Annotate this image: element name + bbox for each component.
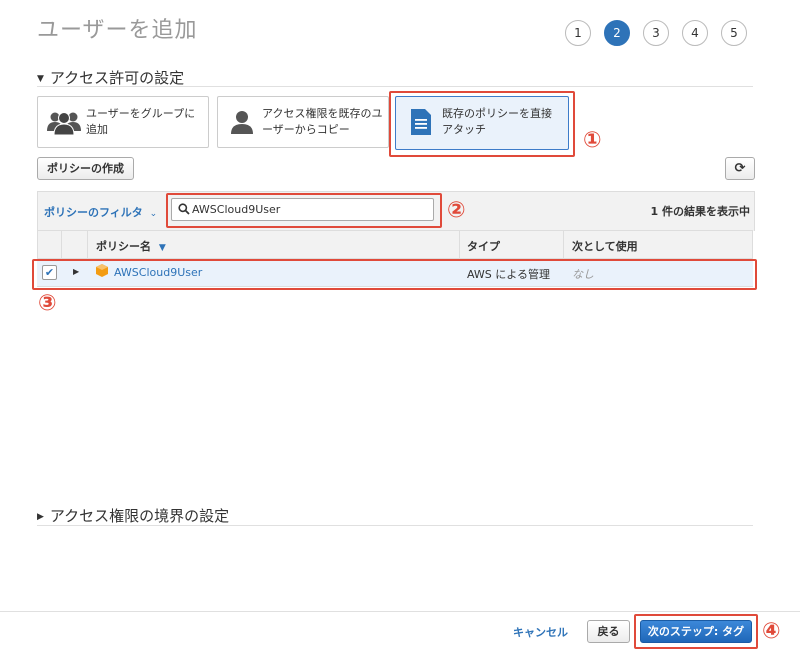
policy-filter-label: ポリシーのフィルタ <box>44 206 143 219</box>
column-divider <box>87 230 88 259</box>
column-header-policy-name[interactable]: ポリシー名 ▼ <box>96 238 166 254</box>
permissions-section-toggle[interactable]: ▼ アクセス許可の設定 <box>37 67 184 88</box>
caret-down-icon: ▼ <box>37 74 44 84</box>
option-add-to-group-label: ユーザーをグループに追加 <box>86 107 196 136</box>
cancel-link[interactable]: キャンセル <box>513 624 568 640</box>
refresh-button[interactable]: ⟳ <box>725 157 755 180</box>
column-divider <box>459 230 460 259</box>
annotation-box-1 <box>389 91 575 157</box>
caret-right-icon: ▶ <box>37 512 44 522</box>
divider <box>37 86 753 87</box>
permissions-heading: アクセス許可の設定 <box>49 69 185 87</box>
refresh-icon: ⟳ <box>734 161 746 176</box>
step-2[interactable]: 2 <box>604 20 630 46</box>
column-divider <box>61 230 62 259</box>
annotation-4: ④ <box>762 619 781 644</box>
footer-divider <box>0 611 800 612</box>
back-button[interactable]: 戻る <box>587 620 630 643</box>
annotation-box-3 <box>32 259 757 290</box>
step-5[interactable]: 5 <box>721 20 747 46</box>
result-count: 1 件の結果を表示中 <box>650 205 750 218</box>
user-group-icon <box>47 112 81 135</box>
annotation-1: ① <box>583 128 602 153</box>
annotation-3: ③ <box>38 291 57 316</box>
step-4[interactable]: 4 <box>682 20 708 46</box>
boundary-section-toggle[interactable]: ▶ アクセス権限の境界の設定 <box>37 505 229 526</box>
column-header-used-as[interactable]: 次として使用 <box>572 238 638 254</box>
step-1[interactable]: 1 <box>565 20 591 46</box>
annotation-box-4 <box>634 614 758 649</box>
column-divider <box>563 230 564 259</box>
annotation-2: ② <box>447 198 466 223</box>
column-header-type[interactable]: タイプ <box>467 238 500 254</box>
user-icon <box>231 111 253 134</box>
chevron-down-icon: ⌄ <box>149 209 158 219</box>
policy-filter-dropdown[interactable]: ポリシーのフィルタ ⌄ <box>44 204 157 220</box>
option-copy-permissions[interactable]: アクセス権限を既存のユーザーからコピー <box>217 96 389 148</box>
step-3[interactable]: 3 <box>643 20 669 46</box>
divider <box>37 525 753 526</box>
annotation-box-2 <box>166 193 442 228</box>
option-add-to-group[interactable]: ユーザーをグループに追加 <box>37 96 209 148</box>
create-policy-button[interactable]: ポリシーの作成 <box>37 157 134 180</box>
boundary-heading: アクセス権限の境界の設定 <box>49 507 230 525</box>
page-title: ユーザーを追加 <box>37 18 198 43</box>
sort-desc-icon: ▼ <box>158 243 166 253</box>
option-copy-permissions-label: アクセス権限を既存のユーザーからコピー <box>262 107 383 136</box>
